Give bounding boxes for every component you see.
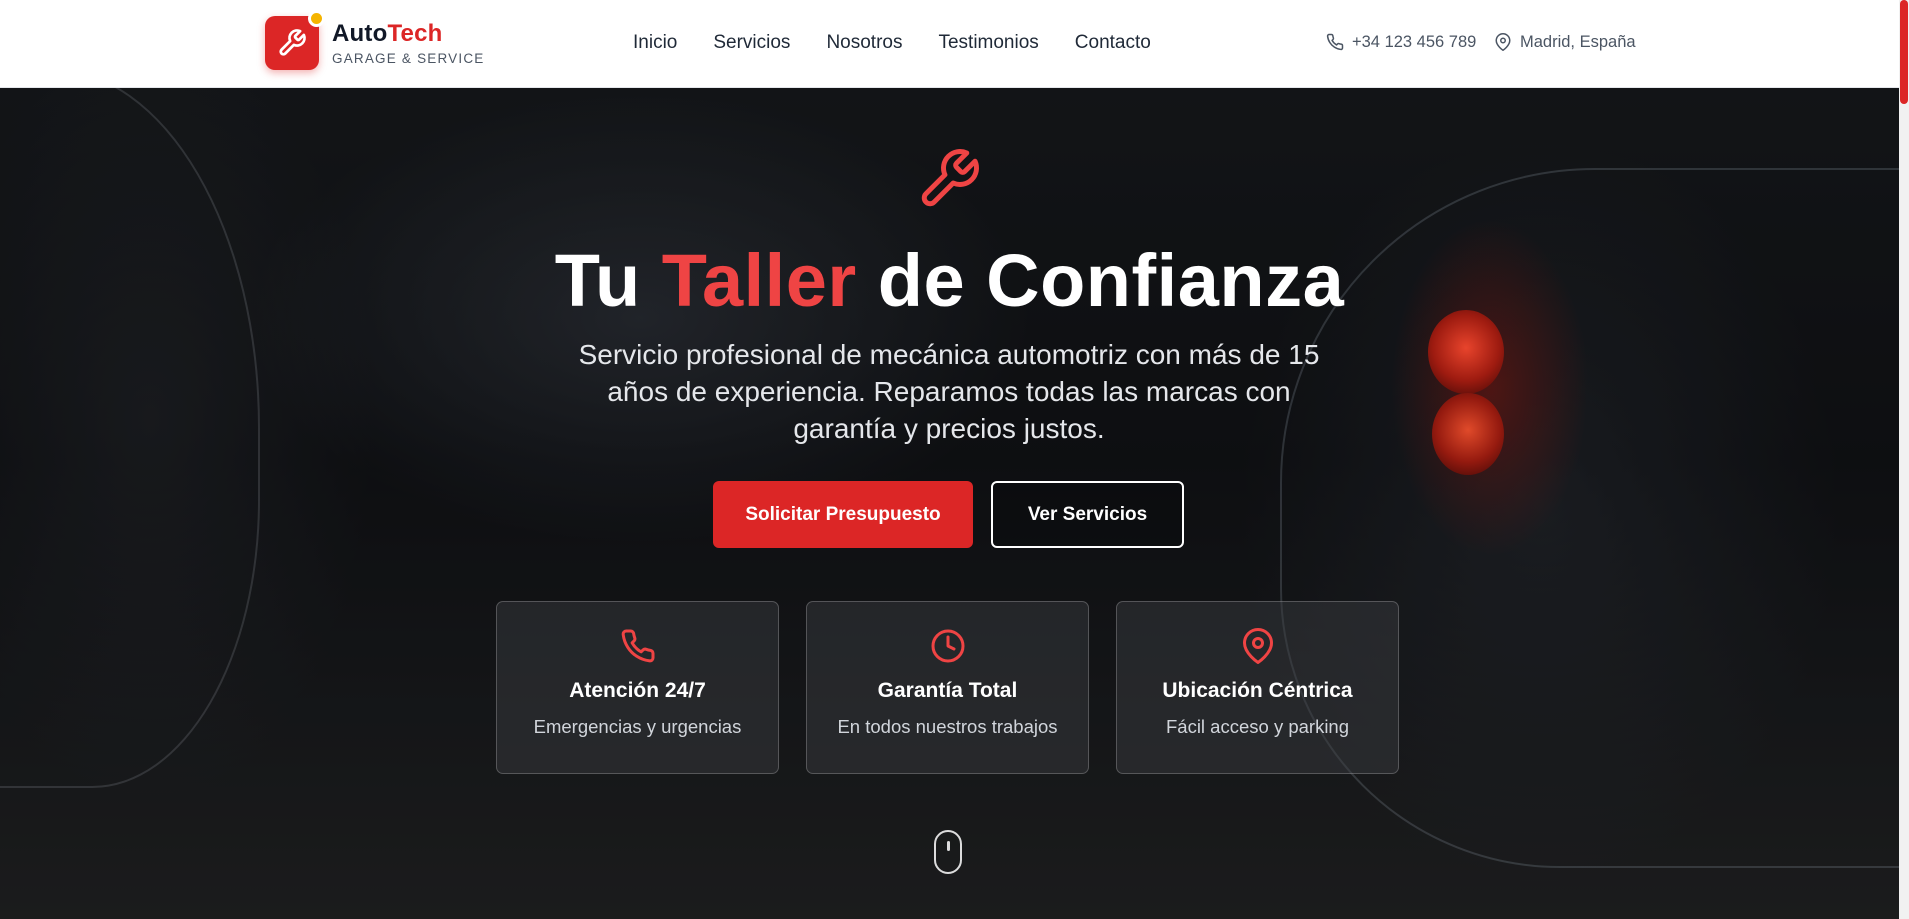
view-services-button[interactable]: Ver Servicios	[991, 481, 1184, 548]
site-header: AutoTech GARAGE & SERVICE Inicio Servici…	[0, 0, 1899, 88]
header-location-text: Madrid, España	[1520, 33, 1636, 51]
request-quote-button[interactable]: Solicitar Presupuesto	[713, 481, 973, 548]
wrench-icon	[279, 29, 306, 56]
map-pin-icon	[1495, 33, 1511, 51]
logo-badge-dot	[308, 10, 325, 27]
feature-cards: Atención 24/7 Emergencias y urgencias Ga…	[496, 601, 1399, 774]
hero-title: Tu Taller de Confianza	[554, 239, 1345, 322]
header-phone-text: +34 123 456 789	[1352, 33, 1477, 51]
nav-item-inicio[interactable]: Inicio	[633, 31, 677, 55]
brand-tagline: GARAGE & SERVICE	[332, 51, 485, 66]
hero-subtitle: Servicio profesional de mecánica automot…	[578, 339, 1320, 444]
nav-item-contacto[interactable]: Contacto	[1075, 31, 1151, 55]
main-nav: Inicio Servicios Nosotros Testimonios Co…	[633, 31, 1151, 55]
nav-item-servicios[interactable]: Servicios	[713, 31, 790, 55]
feature-text: Emergencias y urgencias	[533, 716, 742, 737]
header-phone[interactable]: +34 123 456 789	[1326, 31, 1476, 53]
feature-card: Ubicación Céntrica Fácil acceso y parkin…	[1116, 601, 1399, 774]
brand-name: AutoTech	[332, 20, 443, 47]
hero-content: Tu Taller de Confianza Servicio profesio…	[0, 88, 1899, 919]
phone-icon	[621, 629, 655, 663]
feature-title: Garantía Total	[877, 679, 1018, 702]
wrench-icon	[921, 149, 979, 207]
mouse-wheel-icon	[947, 841, 950, 851]
feature-title: Atención 24/7	[569, 679, 706, 702]
feature-card: Garantía Total En todos nuestros trabajo…	[806, 601, 1089, 774]
phone-icon	[1326, 33, 1344, 51]
feature-text: En todos nuestros trabajos	[837, 716, 1058, 737]
header-location: Madrid, España	[1494, 31, 1636, 53]
feature-text: Fácil acceso y parking	[1165, 716, 1350, 737]
logo[interactable]	[265, 10, 325, 70]
scrollbar-track[interactable]	[1899, 0, 1909, 919]
feature-title: Ubicación Céntrica	[1162, 679, 1353, 702]
map-pin-icon	[1242, 628, 1273, 664]
nav-item-testimonios[interactable]: Testimonios	[938, 31, 1038, 55]
feature-card: Atención 24/7 Emergencias y urgencias	[496, 601, 779, 774]
scrollbar-thumb[interactable]	[1900, 0, 1908, 104]
brand[interactable]: AutoTech GARAGE & SERVICE	[332, 19, 485, 66]
scroll-down-indicator[interactable]	[934, 830, 962, 874]
clock-icon	[931, 629, 964, 663]
nav-item-nosotros[interactable]: Nosotros	[826, 31, 902, 55]
hero-section: Tu Taller de Confianza Servicio profesio…	[0, 88, 1899, 919]
